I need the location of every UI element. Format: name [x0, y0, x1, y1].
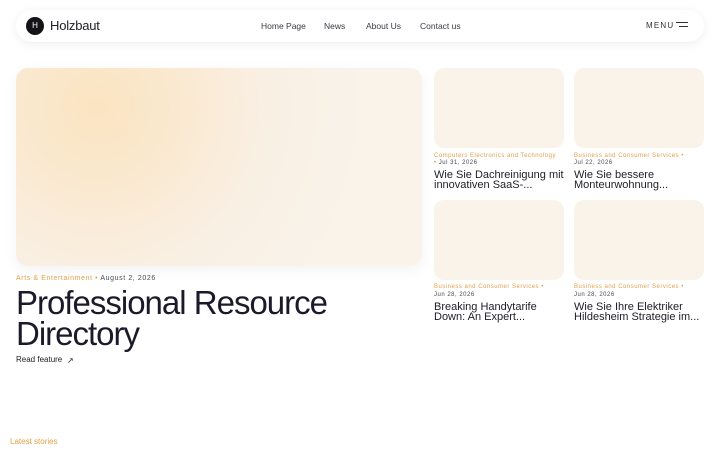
card-category-line: Computers Electronics and Technology [434, 153, 556, 159]
card-category[interactable]: Business and Consumer Services [574, 284, 679, 290]
meta-separator: • [434, 160, 437, 166]
logo-icon[interactable]: H [26, 17, 44, 35]
card-title-line: Monteurwohnung... [574, 179, 669, 191]
menu-button-label[interactable]: MENU [646, 21, 674, 30]
card-title[interactable]: Wie Sie bessere Monteurwohnung... [574, 170, 704, 191]
meta-separator: • [541, 284, 544, 290]
card-date-line: Jun 28, 2026 [574, 292, 615, 298]
brand-name[interactable]: Holzbaut [50, 18, 100, 33]
card-image[interactable] [434, 200, 564, 280]
hero-image[interactable] [16, 68, 422, 266]
nav-link-home[interactable]: Home Page [261, 21, 306, 31]
card-category-line: Business and Consumer Services • [574, 153, 684, 159]
card-category[interactable]: Business and Consumer Services [434, 284, 539, 290]
card-date-line: Jun 28, 2026 [434, 292, 475, 298]
nav-link-news[interactable]: News [324, 21, 345, 31]
meta-separator: • [681, 284, 684, 290]
nav-link-contact[interactable]: Contact us [420, 21, 461, 31]
card-image[interactable] [434, 68, 564, 148]
hero-meta: Arts & Entertainment • August 2, 2026 [16, 275, 156, 282]
card-title-line: Down: An Expert... [434, 311, 526, 323]
card-date-line: Jul 22, 2026 [574, 160, 613, 166]
arrow-up-right-icon[interactable]: ↗ [67, 356, 74, 365]
card-category-line: Business and Consumer Services • [434, 284, 544, 290]
card-title-line: Hildesheim Strategie im... [574, 311, 700, 323]
hamburger-icon[interactable] [676, 22, 688, 30]
read-feature-link[interactable]: Read feature [16, 355, 62, 364]
top-nav-bar: H Holzbaut Home Page News About Us Conta… [16, 10, 704, 42]
meta-separator: • [681, 153, 684, 159]
card-title[interactable]: Breaking Handytarife Down: An Expert... [434, 302, 564, 323]
hero-date: August 2, 2026 [100, 275, 156, 282]
card-category[interactable]: Computers Electronics and Technology [434, 153, 556, 159]
card-date: Jun 28, 2026 [574, 292, 615, 298]
latest-stories-heading: Latest stories [10, 437, 58, 446]
card-date: Jul 31, 2026 [438, 160, 478, 166]
card-title[interactable]: Wie Sie Dachreinigung mit innovativen Sa… [434, 170, 564, 191]
card-title-line: innovativen SaaS-... [434, 179, 533, 191]
meta-separator: • [95, 275, 99, 282]
card-category[interactable]: Business and Consumer Services [574, 153, 679, 159]
nav-link-about[interactable]: About Us [366, 21, 401, 31]
card-date: Jul 22, 2026 [574, 160, 613, 166]
card-date: Jun 28, 2026 [434, 292, 475, 298]
card-image[interactable] [574, 200, 704, 280]
card-date-line: • Jul 31, 2026 [434, 160, 477, 166]
hero-title[interactable]: Professional Resource Directory [16, 286, 416, 350]
card-image[interactable] [574, 68, 704, 148]
hero-category[interactable]: Arts & Entertainment [16, 275, 93, 282]
card-category-line: Business and Consumer Services • [574, 284, 684, 290]
card-title[interactable]: Wie Sie Ihre Elektriker Hildesheim Strat… [574, 302, 704, 323]
